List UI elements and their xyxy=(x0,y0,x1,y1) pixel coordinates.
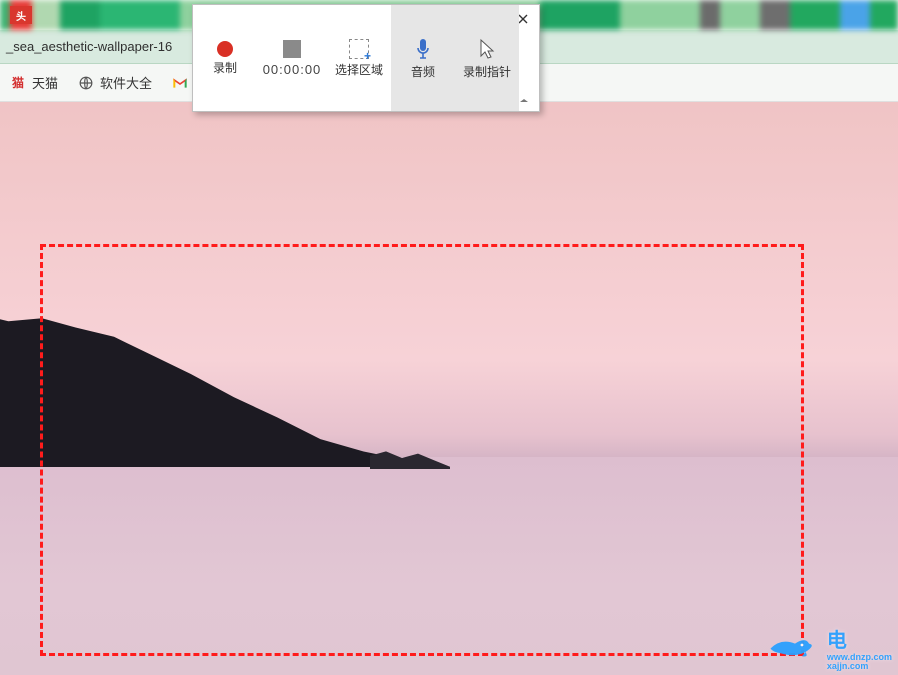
gmail-icon xyxy=(172,75,188,91)
bookmark-software[interactable]: 软件大全 xyxy=(78,73,152,92)
app-badge-icon: 头 xyxy=(10,6,32,24)
shark-icon xyxy=(767,630,823,666)
watermark: 电 www.dnzp.com xajjn.com xyxy=(767,624,892,671)
timer-text: 00:00:00 xyxy=(263,62,322,77)
bookmark-label: 天猫 xyxy=(32,73,58,92)
wallpaper-sea xyxy=(0,457,898,675)
audio-label: 音频 xyxy=(411,65,435,79)
stop-icon xyxy=(283,40,301,58)
select-area-icon xyxy=(349,39,369,59)
record-button[interactable]: 录制 xyxy=(193,5,257,111)
record-pointer-button[interactable]: 录制指针 xyxy=(455,5,519,111)
page-content xyxy=(0,102,898,675)
globe-icon xyxy=(78,75,94,91)
microphone-icon xyxy=(413,37,433,61)
record-label: 录制 xyxy=(213,61,237,75)
select-area-button[interactable]: 选择区域 xyxy=(327,5,391,111)
select-area-label: 选择区域 xyxy=(335,63,383,77)
tmall-icon: 猫 xyxy=(10,75,26,91)
timer-display: 00:00:00 xyxy=(257,5,327,111)
watermark-alt: xajjn.com xyxy=(827,662,892,671)
screen-recorder-toolbar[interactable]: 录制 00:00:00 选择区域 音频 录制指针 xyxy=(192,4,540,112)
pin-button[interactable] xyxy=(517,93,531,107)
cursor-icon xyxy=(477,37,497,61)
tab-title: _sea_aesthetic-wallpaper-16 xyxy=(6,39,172,54)
audio-button[interactable]: 音频 xyxy=(391,5,455,111)
bookmark-label: 软件大全 xyxy=(100,73,152,92)
watermark-text: 电 xyxy=(827,630,847,652)
bookmark-tmall[interactable]: 猫 天猫 xyxy=(10,73,58,92)
record-icon xyxy=(217,41,233,57)
record-pointer-label: 录制指针 xyxy=(463,65,511,79)
